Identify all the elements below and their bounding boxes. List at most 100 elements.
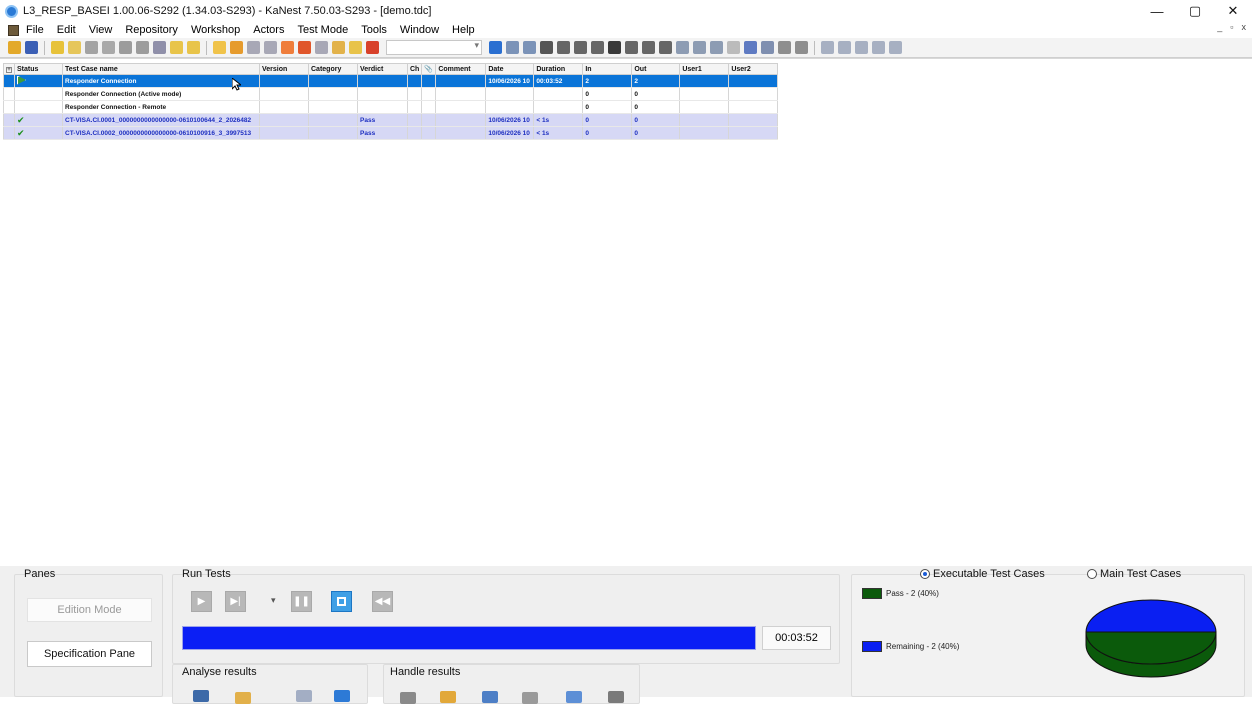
filter-edit-icon[interactable] xyxy=(523,41,536,54)
pause-button[interactable]: ❚❚ xyxy=(291,591,312,612)
filter-icon[interactable] xyxy=(489,41,502,54)
test-case-name-cell[interactable]: Responder Connection - Remote xyxy=(62,100,260,114)
document-icon[interactable] xyxy=(8,24,19,36)
xml-icon[interactable] xyxy=(727,41,740,54)
menu-window[interactable]: Window xyxy=(399,24,440,36)
arrow-left-icon[interactable] xyxy=(778,41,791,54)
maximize-button[interactable]: ▢ xyxy=(1176,0,1214,22)
repository-icon[interactable] xyxy=(25,41,38,54)
table-row[interactable]: ✔ CT-VISA.CI.0002_0000000000000000-06101… xyxy=(3,126,779,140)
handle-save-icon[interactable] xyxy=(482,691,498,703)
column-header-test-case-name[interactable]: Test Case name xyxy=(62,63,260,75)
run-options-dropdown-icon[interactable]: ▾ xyxy=(271,595,276,606)
report-list-icon[interactable] xyxy=(838,41,851,54)
analyse-folder-icon[interactable] xyxy=(235,692,251,704)
document-arrow-icon[interactable] xyxy=(153,41,166,54)
column-header-comment[interactable]: Comment xyxy=(435,63,487,75)
pause-gray-icon[interactable] xyxy=(102,41,115,54)
comment-icon[interactable] xyxy=(349,41,362,54)
test-case-name-cell[interactable]: CT-VISA.CI.0001_0000000000000000-0610100… xyxy=(62,113,260,127)
column-header-out[interactable]: Out xyxy=(631,63,681,75)
column-header-status[interactable]: Status xyxy=(14,63,63,75)
test-case-name-cell[interactable]: CT-VISA.CI.0002_0000000000000000-0610100… xyxy=(62,126,260,140)
menu-repository[interactable]: Repository xyxy=(124,24,179,36)
column-header-user2[interactable]: User2 xyxy=(728,63,779,75)
test-case-name-cell[interactable]: Responder Connection (Active mode) xyxy=(62,87,260,101)
envelope-icon[interactable] xyxy=(170,41,183,54)
minimize-button[interactable]: — xyxy=(1138,0,1176,22)
message-icon[interactable] xyxy=(213,41,226,54)
arrow-right-icon[interactable] xyxy=(795,41,808,54)
expand-all-header[interactable]: + xyxy=(3,63,15,75)
close-button[interactable]: ✕ xyxy=(1214,0,1252,22)
stop-gray-icon[interactable] xyxy=(85,41,98,54)
diamond-icon[interactable] xyxy=(761,41,774,54)
book-icon[interactable] xyxy=(298,41,311,54)
edit-note-icon[interactable] xyxy=(68,41,81,54)
step-button[interactable]: ▶| xyxy=(225,591,246,612)
handle-archive-icon[interactable] xyxy=(522,692,538,704)
handle-upload-icon[interactable] xyxy=(566,691,582,703)
column-header-user1[interactable]: User1 xyxy=(679,63,730,75)
specification-pane-button[interactable]: Specification Pane xyxy=(27,641,152,667)
menu-file[interactable]: File xyxy=(25,24,45,36)
table-row[interactable]: Responder Connection - Remote 0 0 xyxy=(3,100,779,114)
find-all-icon[interactable] xyxy=(591,41,604,54)
report-icon[interactable] xyxy=(821,41,834,54)
column-header-duration[interactable]: Duration xyxy=(533,63,584,75)
stop-button[interactable] xyxy=(331,591,352,612)
find-category-icon[interactable] xyxy=(625,41,638,54)
menu-test-mode[interactable]: Test Mode xyxy=(296,24,349,36)
report-detail-icon[interactable] xyxy=(855,41,868,54)
column-header-date[interactable]: Date xyxy=(485,63,535,75)
messages-icon[interactable] xyxy=(230,41,243,54)
mdi-close-button[interactable]: x xyxy=(1242,22,1247,32)
column-header-ch[interactable]: Ch xyxy=(406,63,423,75)
menu-help[interactable]: Help xyxy=(451,24,476,36)
menu-edit[interactable]: Edit xyxy=(56,24,77,36)
handle-print-icon[interactable] xyxy=(400,692,416,704)
layout-icon[interactable] xyxy=(744,41,757,54)
panel-icon[interactable] xyxy=(264,41,277,54)
main-test-cases-radio[interactable]: Main Test Cases xyxy=(1087,568,1181,580)
filter-combo[interactable] xyxy=(386,40,482,55)
column-header-version[interactable]: Version xyxy=(259,63,309,75)
report-print-icon[interactable] xyxy=(889,41,902,54)
pen-icon[interactable] xyxy=(119,41,132,54)
columns-icon[interactable] xyxy=(710,41,723,54)
analyse-document-icon[interactable] xyxy=(296,690,312,702)
chat-icon[interactable] xyxy=(281,41,294,54)
test-case-name-cell[interactable]: Responder Connection xyxy=(62,74,260,88)
rewind-button[interactable]: ◀◀ xyxy=(372,591,393,612)
analyse-report-icon[interactable] xyxy=(193,690,209,702)
mdi-restore-button[interactable]: ▫ xyxy=(1230,22,1233,32)
lightning-icon[interactable] xyxy=(51,41,64,54)
window-icon[interactable] xyxy=(247,41,260,54)
tools-icon[interactable] xyxy=(136,41,149,54)
table-row[interactable]: Responder Connection (Active mode) 0 0 xyxy=(3,87,779,101)
handle-delete-icon[interactable] xyxy=(608,691,624,703)
align-icon[interactable] xyxy=(693,41,706,54)
note-icon[interactable] xyxy=(332,41,345,54)
find-prev-icon[interactable] xyxy=(574,41,587,54)
menu-view[interactable]: View xyxy=(88,24,114,36)
handle-export-icon[interactable] xyxy=(440,691,456,703)
column-header-verdict[interactable]: Verdict xyxy=(357,63,408,75)
column-header-category[interactable]: Category xyxy=(308,63,358,75)
menu-actors[interactable]: Actors xyxy=(252,24,285,36)
table-row[interactable]: ✔ CT-VISA.CI.0001_0000000000000000-06101… xyxy=(3,113,779,127)
grid-icon[interactable] xyxy=(315,41,328,54)
find-next-icon[interactable] xyxy=(557,41,570,54)
column-header-in[interactable]: In xyxy=(582,63,633,75)
filter-clear-icon[interactable] xyxy=(506,41,519,54)
report-export-icon[interactable] xyxy=(872,41,885,54)
mail-open-icon[interactable] xyxy=(187,41,200,54)
sort-icon[interactable] xyxy=(676,41,689,54)
menu-tools[interactable]: Tools xyxy=(360,24,388,36)
column-header-attachment[interactable]: 📎 xyxy=(421,63,437,75)
find-verdict-icon[interactable] xyxy=(642,41,655,54)
analyse-log-icon[interactable] xyxy=(334,690,350,702)
menu-workshop[interactable]: Workshop xyxy=(190,24,241,36)
find-icon[interactable] xyxy=(608,41,621,54)
find-user-icon[interactable] xyxy=(659,41,672,54)
